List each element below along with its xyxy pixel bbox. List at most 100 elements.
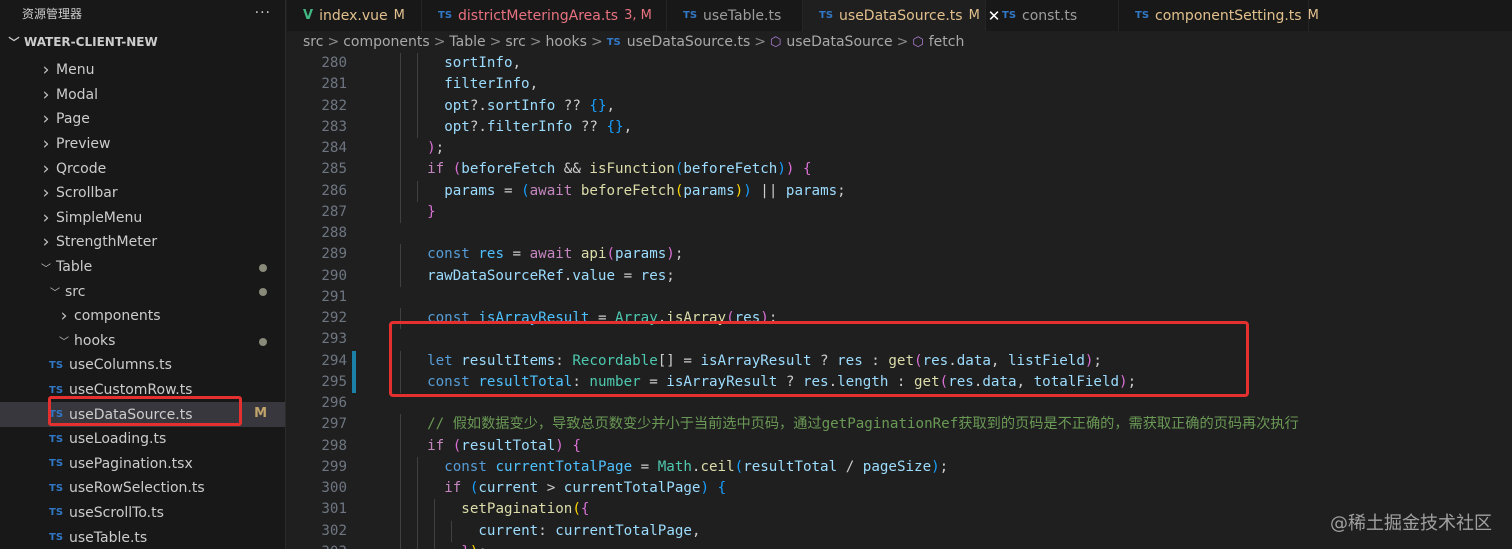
- code-line: 302 current: currentTotalPage,: [287, 520, 1512, 542]
- typescript-file-icon: TS: [49, 433, 64, 445]
- indent-guide: [400, 520, 401, 542]
- tree-item-label: Menu: [56, 62, 95, 79]
- breadcrumb-item[interactable]: hooks: [546, 34, 587, 50]
- code-token: get: [914, 373, 940, 390]
- breadcrumb-separator: >: [529, 34, 542, 50]
- code-token: filterInfo: [444, 76, 530, 93]
- code-token: {: [572, 437, 581, 454]
- tree-file[interactable]: TS useDataSource.ts M: [0, 402, 285, 427]
- line-number: 302: [321, 522, 347, 539]
- code-token: resultTotal: [478, 373, 573, 390]
- tab-componentsetting-ts[interactable]: TS componentSetting.ts M: [1119, 0, 1319, 31]
- breadcrumb-separator: >: [896, 34, 909, 50]
- code-editor[interactable]: 280 sortInfo, 281 filterInfo, 282 opt?.sortIn…: [287, 53, 1512, 549]
- line-number: 287: [321, 203, 347, 220]
- tab-districtmeteringarea-ts[interactable]: TS districtMeteringArea.ts 3, M: [422, 0, 667, 31]
- indent-guide: [417, 180, 419, 202]
- code-token: pageSize: [862, 458, 932, 475]
- tree-folder[interactable]: › components: [0, 304, 285, 329]
- code-token: :: [555, 352, 573, 369]
- tree-file[interactable]: TS useScrollTo.ts: [0, 501, 285, 526]
- code-text: const resultTotal: number = isArrayResul…: [356, 372, 1136, 393]
- tree-folder[interactable]: › Modal: [0, 83, 285, 108]
- code-token: let: [427, 352, 453, 369]
- code-token: (: [606, 246, 616, 263]
- code-text: filterInfo,: [356, 74, 538, 95]
- code-token: // 假如数据变少，导致总页数变少并小于当前选中页码，通过getPaginati…: [427, 416, 1299, 433]
- tree-folder[interactable]: › Scrollbar: [0, 181, 285, 206]
- indent-guide: [400, 350, 401, 372]
- code-token: res: [478, 246, 504, 263]
- code-token: ): [734, 182, 744, 199]
- tab-status-badge: M: [1307, 8, 1319, 23]
- code-line: 300 if (current > currentTotalPage) {: [287, 478, 1512, 500]
- tree-folder[interactable]: ﹀ Table: [0, 255, 285, 280]
- breadcrumb-item[interactable]: components: [343, 34, 430, 50]
- code-token: ): [760, 310, 769, 326]
- code-token: /: [837, 458, 863, 475]
- line-number: 286: [321, 182, 347, 199]
- chevron-right-icon: ›: [42, 109, 50, 130]
- indent-guide: [400, 435, 401, 457]
- tree-file[interactable]: TS useTable.ts: [0, 525, 285, 549]
- code-token: current: [478, 522, 539, 539]
- code-text: let resultItems: Recordable[] = isArrayR…: [356, 351, 1102, 372]
- indent-guide: [400, 265, 401, 287]
- line-number: 285: [321, 161, 347, 178]
- code-line: 299 const currentTotalPage = Math.ceil(re…: [287, 456, 1512, 478]
- code-token: {}: [589, 97, 607, 114]
- code-text: if (current > currentTotalPage) {: [356, 478, 726, 499]
- code-token: ): [555, 437, 564, 454]
- tree-folder[interactable]: › SimpleMenu: [0, 206, 285, 231]
- line-number: 281: [321, 76, 347, 93]
- tree-file[interactable]: TS useLoading.ts: [0, 427, 285, 452]
- more-actions-icon[interactable]: ···: [255, 5, 271, 21]
- code-line: 280 sortInfo,: [287, 53, 1512, 75]
- project-root[interactable]: ﹀ WATER-CLIENT-NEW: [0, 26, 285, 58]
- indent-guide: [400, 95, 401, 117]
- code-token: =: [632, 458, 658, 475]
- breadcrumb-item[interactable]: Table: [449, 34, 485, 50]
- code-token: if: [427, 437, 445, 454]
- tree-folder[interactable]: › StrengthMeter: [0, 230, 285, 255]
- code-token: ,: [606, 97, 616, 114]
- breadcrumb-file[interactable]: useDataSource.ts: [627, 34, 751, 50]
- code-token: opt: [444, 118, 470, 135]
- code-token: =: [495, 182, 522, 199]
- tree-item-label: Modal: [56, 86, 98, 103]
- tree-file[interactable]: TS usePagination.tsx: [0, 452, 285, 477]
- line-number: 291: [321, 288, 347, 305]
- indent-guide: [400, 414, 401, 436]
- code-token: resultTotal: [461, 437, 556, 454]
- tree-file[interactable]: TS useRowSelection.ts: [0, 476, 285, 501]
- code-token: rawDataSourceRef: [427, 267, 564, 284]
- tab-usetable-ts[interactable]: TS useTable.ts: [667, 0, 803, 31]
- tab-const-ts[interactable]: TS const.ts: [986, 0, 1119, 31]
- tree-folder[interactable]: › Preview: [0, 132, 285, 157]
- tree-file[interactable]: TS useCustomRow.ts: [0, 378, 285, 403]
- line-number: 280: [321, 55, 347, 71]
- code-token: :: [572, 373, 590, 390]
- tree-file[interactable]: TS useColumns.ts: [0, 353, 285, 378]
- tab-status-badge: M: [968, 8, 980, 23]
- breadcrumb-item[interactable]: src: [303, 34, 323, 50]
- typescript-file-icon: TS: [438, 10, 453, 21]
- tree-folder[interactable]: ﹀ hooks: [0, 329, 285, 354]
- tree-folder[interactable]: › Qrcode: [0, 156, 285, 181]
- tree-folder[interactable]: › Page: [0, 107, 285, 132]
- indent-guide: [400, 371, 401, 393]
- tree-folder[interactable]: › Menu: [0, 58, 285, 83]
- tab-usedatasource-ts[interactable]: TS useDataSource.ts M ✕: [803, 0, 1000, 31]
- breadcrumb-item[interactable]: src: [505, 34, 525, 50]
- breadcrumb-symbol[interactable]: fetch: [929, 34, 965, 50]
- code-token: ): [427, 140, 436, 156]
- code-line: 291: [287, 287, 1512, 308]
- breadcrumb-symbol[interactable]: useDataSource: [786, 34, 892, 50]
- code-text: if (beforeFetch && isFunction(beforeFetc…: [356, 159, 811, 180]
- tree-folder[interactable]: ﹀ src: [0, 279, 285, 304]
- tree-item-label: Qrcode: [56, 160, 107, 177]
- tab-index-vue[interactable]: Vindex.vue M: [287, 0, 422, 31]
- tree-item-label: Preview: [56, 136, 111, 153]
- typescript-file-icon: TS: [49, 359, 64, 371]
- code-line: 288: [287, 223, 1512, 244]
